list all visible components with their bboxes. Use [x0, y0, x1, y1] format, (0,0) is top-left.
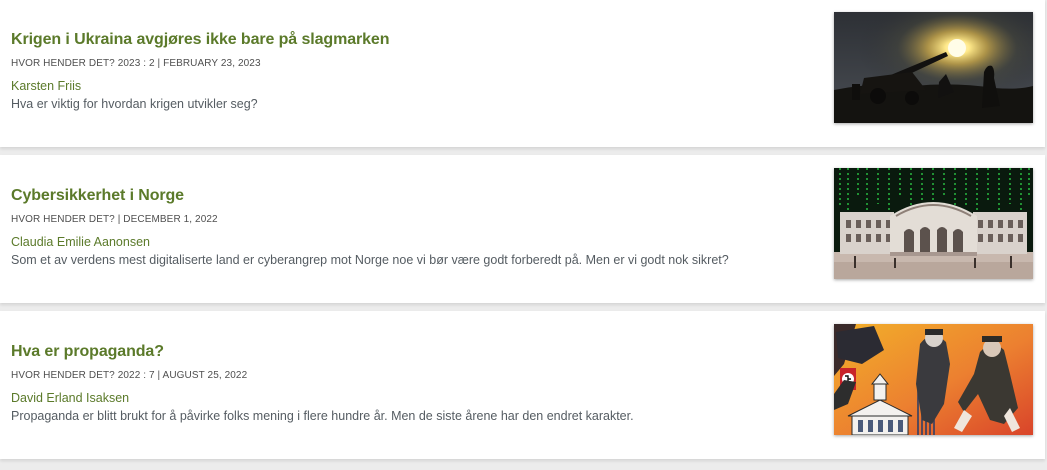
article-description: Hva er viktig for hvordan krigen utvikle… [11, 97, 258, 111]
article-list: Krigen i Ukraina avgjøres ikke bare på s… [0, 0, 1047, 470]
author-link[interactable]: David Erland Isaksen [11, 390, 811, 406]
article-description: Som et av verdens mest digitaliserte lan… [11, 253, 729, 267]
article-title-link[interactable]: Krigen i Ukraina avgjøres ikke bare på s… [11, 30, 811, 50]
article-card: Cybersikkerhet i Norge HVOR HENDER DET? … [0, 155, 1045, 303]
article-thumbnail-propaganda[interactable] [834, 324, 1033, 435]
article-title-link[interactable]: Hva er propaganda? [11, 342, 811, 362]
storting-matrix-photo-icon [834, 168, 1033, 279]
article-thumbnail-storting[interactable] [834, 168, 1033, 279]
article-text: Hva er propaganda? HVOR HENDER DET? 2022… [11, 342, 811, 424]
propaganda-poster-illustration-icon [834, 324, 1033, 435]
article-title-link[interactable]: Cybersikkerhet i Norge [11, 186, 811, 206]
author-link[interactable]: Karsten Friis [11, 78, 811, 94]
article-card: Hva er propaganda? HVOR HENDER DET? 2022… [0, 311, 1045, 459]
article-description: Propaganda er blitt brukt for å påvirke … [11, 409, 634, 423]
article-text: Cybersikkerhet i Norge HVOR HENDER DET? … [11, 186, 811, 268]
artillery-firing-photo-icon [834, 12, 1033, 123]
article-meta: HVOR HENDER DET? 2022 : 7 | AUGUST 25, 2… [11, 370, 248, 381]
author-link[interactable]: Claudia Emilie Aanonsen [11, 234, 811, 250]
article-meta: HVOR HENDER DET? | DECEMBER 1, 2022 [11, 214, 218, 225]
article-text: Krigen i Ukraina avgjøres ikke bare på s… [11, 30, 811, 112]
article-thumbnail-artillery[interactable] [834, 12, 1033, 123]
article-meta: HVOR HENDER DET? 2023 : 2 | FEBRUARY 23,… [11, 58, 261, 69]
article-card: Krigen i Ukraina avgjøres ikke bare på s… [0, 0, 1045, 147]
